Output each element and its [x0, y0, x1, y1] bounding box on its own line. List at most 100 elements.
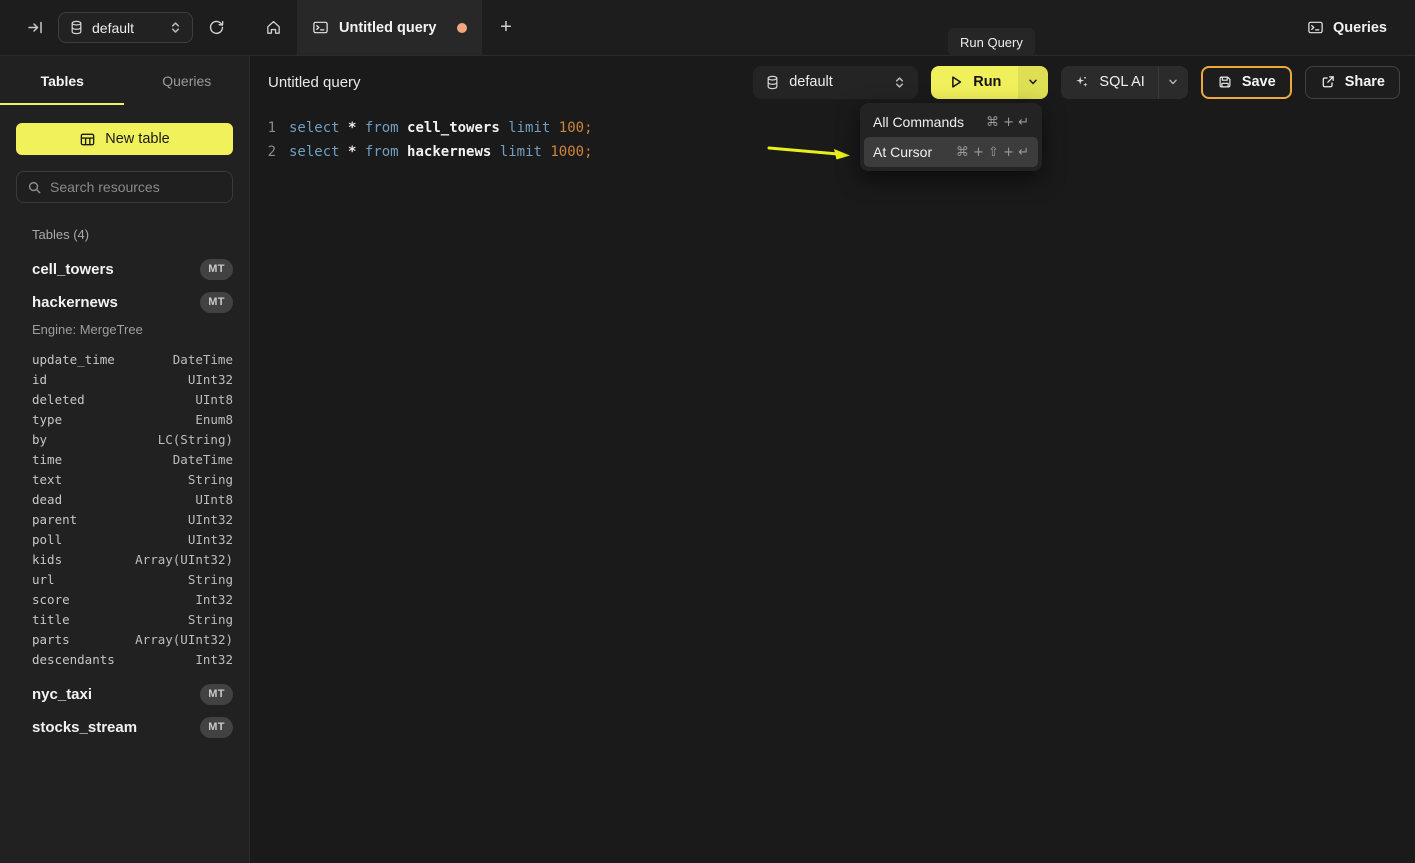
table-name: cell_towers [32, 261, 114, 278]
query-tabs: Untitled query + [250, 0, 530, 55]
column-row: poll UInt32 [0, 529, 249, 549]
search-box [16, 171, 233, 203]
sql-ai-button[interactable]: SQL AI [1061, 66, 1157, 99]
menu-item-label: All Commands [873, 114, 964, 130]
line-number: 2 [266, 140, 276, 164]
table-row-nyc-taxi[interactable]: nyc_taxi MT [0, 683, 249, 705]
chevron-down-icon [1167, 76, 1179, 88]
column-row: deleted UInt8 [0, 389, 249, 409]
save-button[interactable]: Save [1201, 66, 1292, 99]
tab-label: Untitled query [339, 20, 447, 36]
column-row: update_time DateTime [0, 349, 249, 369]
column-name: deleted [32, 392, 85, 407]
column-type: UInt32 [188, 372, 233, 387]
menu-item-shortcut: ⌘ + ↵ [986, 115, 1029, 130]
refresh-icon[interactable] [203, 15, 229, 41]
database-icon [69, 20, 84, 35]
menu-item-at-cursor[interactable]: At Cursor ⌘ + ⇧ + ↵ [864, 137, 1038, 167]
sql-editor[interactable]: 1 select * from cell_towers limit 100; 2… [250, 108, 1415, 164]
column-name: dead [32, 492, 62, 507]
column-name: kids [32, 552, 62, 567]
column-type: DateTime [173, 352, 233, 367]
code-text: select * from hackernews limit 1000; [289, 140, 593, 164]
column-row: type Enum8 [0, 409, 249, 429]
column-type: UInt8 [195, 492, 233, 507]
column-name: url [32, 572, 55, 587]
column-type: UInt32 [188, 512, 233, 527]
toolbar-database-selector[interactable]: default [753, 66, 918, 99]
column-type: LC(String) [158, 432, 233, 447]
new-table-button[interactable]: New table [16, 123, 233, 155]
column-row: score Int32 [0, 589, 249, 609]
toolbar-database-value: default [789, 74, 884, 90]
column-type: String [188, 612, 233, 627]
active-tab-underline [0, 103, 124, 105]
queries-label: Queries [1333, 20, 1387, 36]
column-name: title [32, 612, 70, 627]
column-row: kids Array(UInt32) [0, 549, 249, 569]
sidebar-tabs: Tables Queries [0, 56, 249, 105]
column-name: text [32, 472, 62, 487]
run-split-button: Run [931, 66, 1048, 99]
share-button[interactable]: Share [1305, 66, 1400, 99]
code-line[interactable]: 2 select * from hackernews limit 1000; [250, 140, 1415, 164]
column-type: DateTime [173, 452, 233, 467]
query-toolbar: Untitled query default [250, 56, 1415, 108]
engine-badge: MT [200, 717, 233, 738]
menu-item-label: At Cursor [873, 144, 932, 160]
sql-ai-split-button: SQL AI [1061, 66, 1187, 99]
queries-button[interactable]: Queries [1307, 0, 1415, 55]
column-name: parent [32, 512, 77, 527]
new-table-label: New table [105, 131, 169, 147]
tab-untitled-query[interactable]: Untitled query [297, 0, 482, 55]
column-type: Array(UInt32) [135, 632, 233, 647]
table-row-cell-towers[interactable]: cell_towers MT [0, 258, 249, 280]
column-row: time DateTime [0, 449, 249, 469]
sidebar-tab-queries[interactable]: Queries [125, 56, 250, 105]
table-icon [79, 131, 96, 148]
sidebar-tab-tables[interactable]: Tables [0, 56, 125, 105]
database-icon [765, 75, 780, 90]
chevron-down-icon [1027, 76, 1039, 88]
queries-icon [1307, 19, 1324, 36]
menu-item-shortcut: ⌘ + ⇧ + ↵ [956, 145, 1029, 160]
column-type: Array(UInt32) [135, 552, 233, 567]
tab-home[interactable] [250, 0, 297, 55]
plus-icon: + [500, 16, 512, 39]
new-tab-button[interactable]: + [482, 0, 530, 55]
run-button[interactable]: Run [931, 66, 1018, 99]
sql-ai-options-button[interactable] [1158, 66, 1188, 99]
code-text: select * from cell_towers limit 100; [289, 116, 593, 140]
share-icon [1320, 74, 1336, 90]
table-name: nyc_taxi [32, 686, 92, 703]
run-label: Run [973, 74, 1001, 90]
sidebar: Tables Queries New table Tables (4) cell… [0, 56, 250, 863]
engine-badge: MT [200, 259, 233, 280]
terminal-icon [312, 19, 329, 36]
updown-chevron-icon [893, 75, 906, 90]
column-row: descendants Int32 [0, 649, 249, 669]
top-bar-left: default [0, 0, 250, 55]
updown-chevron-icon [169, 20, 182, 35]
column-name: score [32, 592, 70, 607]
sql-console-app: default [0, 0, 1415, 863]
column-name: by [32, 432, 47, 447]
search-input[interactable] [50, 179, 231, 195]
column-name: time [32, 452, 62, 467]
menu-item-all-commands[interactable]: All Commands ⌘ + ↵ [864, 107, 1038, 137]
column-type: Int32 [195, 592, 233, 607]
unsaved-dot [457, 23, 467, 33]
play-icon [948, 74, 964, 90]
column-list: update_time DateTime id UInt32 deleted U… [0, 349, 249, 669]
column-name: update_time [32, 352, 115, 367]
run-options-menu: All Commands ⌘ + ↵ At Cursor ⌘ + ⇧ + ↵ [860, 103, 1042, 171]
table-row-stocks-stream[interactable]: stocks_stream MT [0, 716, 249, 738]
table-row-hackernews[interactable]: hackernews MT [0, 291, 249, 313]
collapse-sidebar-icon[interactable] [22, 15, 48, 41]
code-line[interactable]: 1 select * from cell_towers limit 100; [250, 116, 1415, 140]
tables-section-label: Tables (4) [32, 227, 233, 242]
line-number: 1 [266, 116, 276, 140]
save-label: Save [1242, 74, 1276, 90]
database-selector[interactable]: default [58, 12, 193, 43]
run-options-button[interactable] [1018, 66, 1048, 99]
